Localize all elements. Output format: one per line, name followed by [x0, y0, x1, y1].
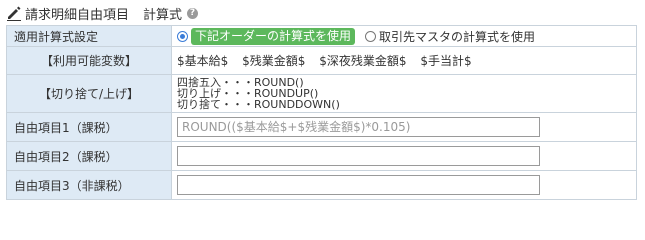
rounding-label: 【切り捨て/上げ】	[6, 74, 172, 113]
page-title: 請求明細自由項目	[25, 7, 130, 23]
free-item-3-input[interactable]	[177, 175, 540, 195]
rounding-row: 【切り捨て/上げ】 四捨五入・・・ROUND() 切り上げ・・・ROUNDUP(…	[6, 74, 637, 113]
section-subtitle: 計算式	[143, 7, 183, 23]
rounding-functions: 四捨五入・・・ROUND() 切り上げ・・・ROUNDUP() 切り捨て・・・R…	[171, 74, 637, 113]
radio-use-order-formula[interactable]: 下記オーダーの計算式を使用	[177, 27, 356, 45]
variables-list: $基本給$ $残業金額$ $深夜残業金額$ $手当計$	[171, 46, 637, 75]
variables-row: 【利用可能変数】 $基本給$ $残業金額$ $深夜残業金額$ $手当計$	[6, 46, 637, 75]
formula-setting-row: 適用計算式設定 下記オーダーの計算式を使用 取引先マスタの計算式を使用	[6, 25, 637, 47]
pencil-icon	[6, 5, 22, 21]
formula-source-radio-group: 下記オーダーの計算式を使用 取引先マスタの計算式を使用	[177, 27, 636, 45]
variable-item: $基本給$	[177, 54, 229, 68]
free-item-3-row: 自由項目3（非課税）	[6, 170, 637, 200]
variables-label: 【利用可能変数】	[6, 46, 172, 75]
free-item-1-row: 自由項目1（課税）	[6, 112, 637, 142]
section-header: 請求明細自由項目 計算式 ?	[6, 3, 199, 23]
radio-use-client-master-formula-label[interactable]: 取引先マスタの計算式を使用	[379, 28, 535, 45]
free-item-1-label: 自由項目1（課税）	[6, 112, 172, 142]
radio-unchecked-indicator[interactable]	[365, 30, 377, 42]
variable-item: $深夜残業金額$	[319, 54, 407, 68]
free-item-2-input[interactable]	[177, 146, 540, 166]
variable-item: $残業金額$	[242, 54, 306, 68]
rounding-function-line: 切り捨て・・・ROUNDDOWN()	[177, 98, 340, 111]
free-item-1-input[interactable]	[177, 117, 540, 137]
variable-item: $手当計$	[420, 54, 472, 68]
free-item-3-label: 自由項目3（非課税）	[6, 170, 172, 200]
formula-settings-table: 適用計算式設定 下記オーダーの計算式を使用 取引先マスタの計算式を使用 【利用可…	[6, 25, 637, 200]
formula-setting-label: 適用計算式設定	[6, 25, 172, 47]
radio-use-order-formula-label[interactable]: 下記オーダーの計算式を使用	[191, 27, 356, 45]
help-icon[interactable]: ?	[187, 7, 199, 19]
free-item-2-row: 自由項目2（課税）	[6, 141, 637, 171]
radio-use-client-master-formula[interactable]: 取引先マスタの計算式を使用	[365, 28, 535, 45]
free-item-2-label: 自由項目2（課税）	[6, 141, 172, 171]
radio-checked-indicator[interactable]	[177, 30, 188, 42]
